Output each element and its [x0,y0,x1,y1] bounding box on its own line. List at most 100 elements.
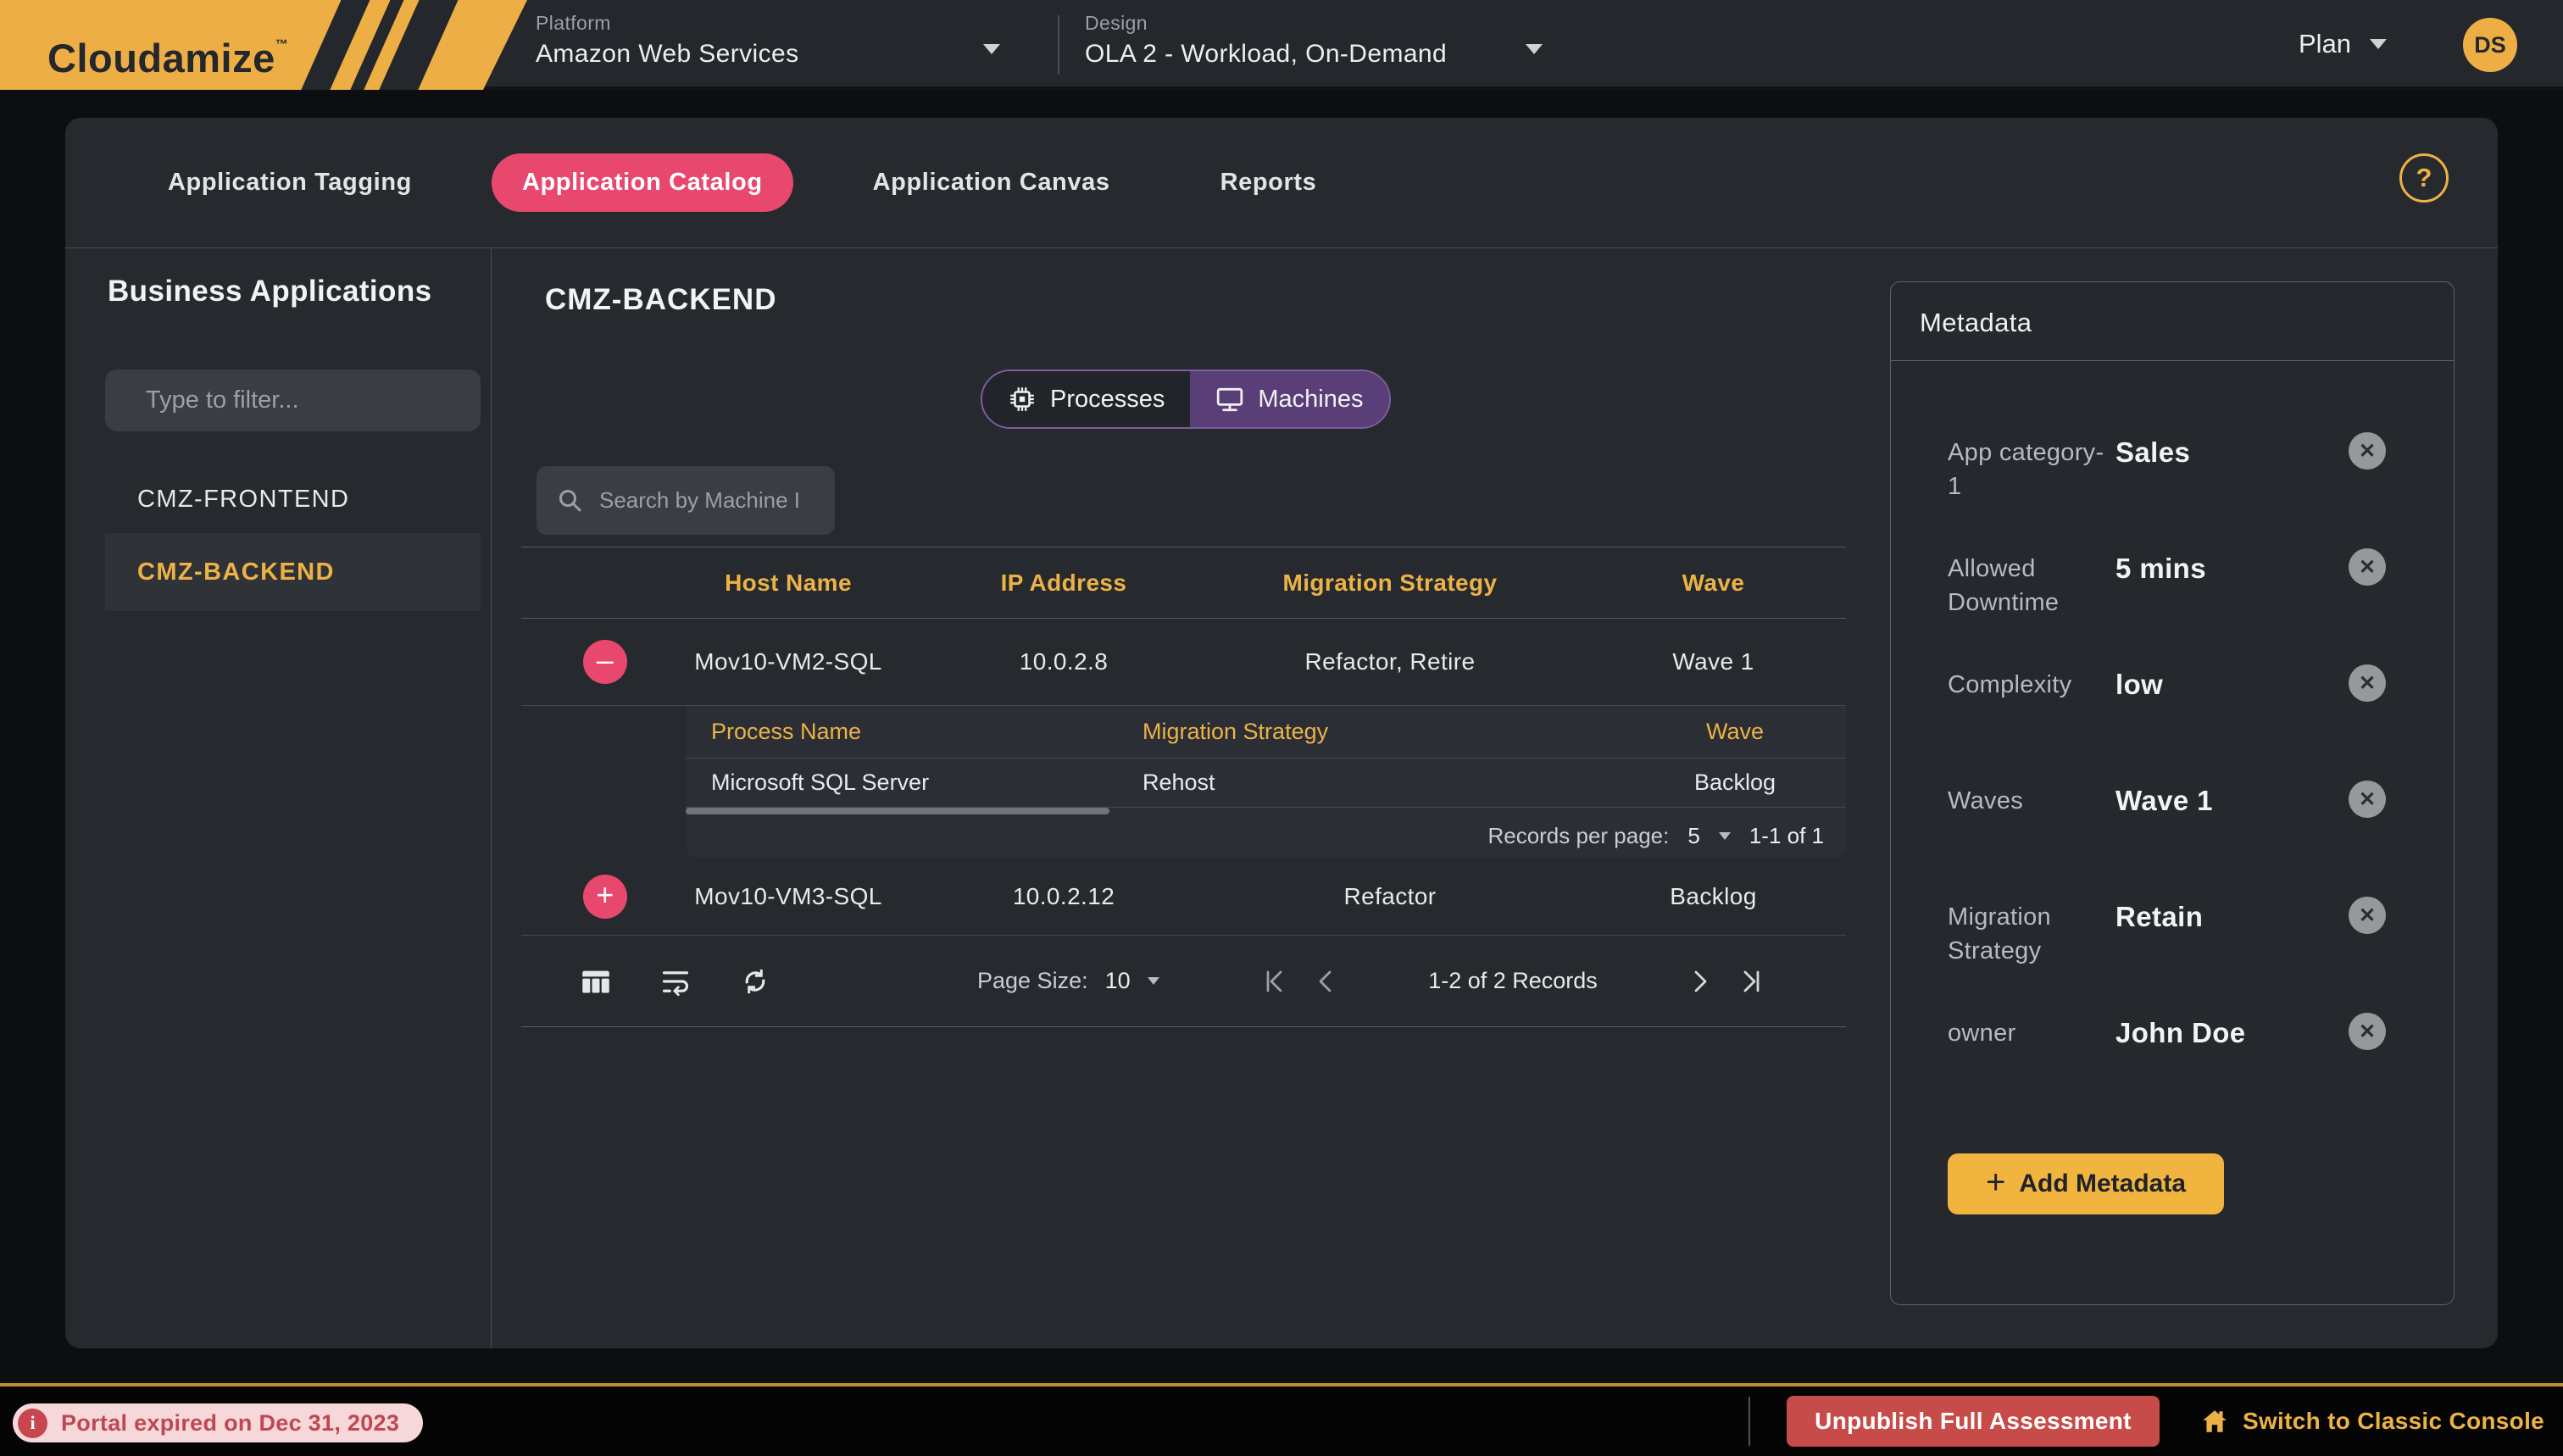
remove-metadata-icon[interactable]: ✕ [2349,1013,2386,1050]
toggle-machines[interactable]: Machines [1190,371,1388,427]
sidebar-item-cmz-backend[interactable]: CMZ-BACKEND [105,533,481,611]
application-list: CMZ-FRONTEND CMZ-BACKEND [105,465,481,611]
metadata-row: App category-1 Sales ✕ [1891,436,2454,552]
content-area: CMZ-BACKEND Processes [492,249,1891,1348]
metadata-row: Migration Strategy Retain ✕ [1891,900,2454,1016]
toggle-processes[interactable]: Processes [982,371,1190,427]
metadata-key: owner [1948,1016,2115,1050]
metadata-row: Complexity low ✕ [1891,668,2454,784]
migration-strategy-cell: Refactor [1199,883,1581,910]
filter-box [105,370,481,431]
remove-metadata-icon[interactable]: ✕ [2349,432,2386,470]
chevron-down-icon [1148,977,1159,985]
monitor-icon [1215,385,1244,414]
remove-metadata-icon[interactable]: ✕ [2349,897,2386,934]
tab-reports[interactable]: Reports [1190,153,1348,212]
avatar[interactable]: DS [2463,18,2517,72]
chevron-down-icon [2370,39,2387,49]
metadata-panel: Metadata App category-1 Sales ✕ Allowed … [1890,281,2455,1305]
bottom-bar: i Portal expired on Dec 31, 2023 Unpubli… [0,1383,2563,1456]
toggle-processes-label: Processes [1050,386,1165,414]
ip-address-cell: 10.0.2.12 [928,883,1199,910]
metadata-value: 5 mins [2115,552,2206,585]
nested-pagination: Records per page: 5 1-1 of 1 [686,814,1846,858]
metadata-key: Complexity [1948,668,2115,702]
nested-strategy-cell: Rehost [1124,770,1624,796]
metadata-key: Migration Strategy [1948,900,2115,968]
records-per-page-value[interactable]: 5 [1687,823,1699,849]
page-size-select[interactable]: Page Size: 10 [977,968,1159,994]
last-page-icon[interactable] [1725,968,1776,995]
wrap-text-icon[interactable] [660,966,691,997]
sidebar-title: Business Applications [108,275,431,308]
migration-strategy-header: Migration Strategy [1199,570,1581,597]
design-label: Design [1085,12,1447,35]
tab-application-tagging[interactable]: Application Tagging [137,153,442,212]
collapse-row-button[interactable]: – [583,640,627,684]
metadata-key: App category-1 [1948,436,2115,503]
design-select[interactable]: Design OLA 2 - Workload, On-Demand [1085,12,1447,69]
add-metadata-button[interactable]: + Add Metadata [1948,1153,2224,1214]
metadata-value: Wave 1 [2115,784,2213,817]
chevron-down-icon[interactable] [1719,832,1731,840]
help-icon[interactable]: ? [2399,153,2449,203]
refresh-icon[interactable] [740,966,770,997]
filter-input[interactable] [146,386,465,414]
expand-row-button[interactable]: + [583,875,627,919]
table-row: + Mov10-VM3-SQL 10.0.2.12 Refactor Backl… [521,858,1846,936]
next-page-icon[interactable] [1674,968,1725,995]
header-divider [1058,15,1059,75]
page-size-label: Page Size: [977,968,1088,994]
remove-metadata-icon[interactable]: ✕ [2349,781,2386,818]
pagination-controls: 1-2 of 2 Records [1250,968,1846,995]
bottom-bar-divider [1749,1397,1750,1446]
plan-menu[interactable]: Plan [2299,29,2387,59]
main-panel: Application Tagging Application Catalog … [65,118,2498,1348]
platform-label: Platform [536,12,799,35]
info-icon: i [18,1409,47,1438]
host-name-cell: Mov10-VM3-SQL [648,883,928,910]
search-icon [557,487,584,514]
tab-bar: Application Tagging Application Catalog … [65,118,2498,248]
portal-expiry-text: Portal expired on Dec 31, 2023 [61,1410,399,1437]
remove-metadata-icon[interactable]: ✕ [2349,664,2386,702]
table-footer: Page Size: 10 1-2 of 2 Re [521,936,1846,1027]
metadata-title: Metadata [1891,282,2454,360]
previous-page-icon[interactable] [1301,968,1352,995]
switch-label: Switch to Classic Console [2243,1408,2544,1435]
switch-to-classic-console-link[interactable]: Switch to Classic Console [2200,1387,2544,1456]
nested-migration-strategy-header: Migration Strategy [1124,719,1624,745]
table-row: – Mov10-VM2-SQL 10.0.2.8 Refactor, Retir… [521,619,1846,706]
columns-icon[interactable] [581,966,611,997]
nested-range-label: 1-1 of 1 [1749,823,1824,849]
tab-application-canvas[interactable]: Application Canvas [842,153,1141,212]
process-name-header: Process Name [686,719,1124,745]
metadata-row: Waves Wave 1 ✕ [1891,784,2454,900]
machine-search-input[interactable] [599,487,821,514]
add-metadata-label: Add Metadata [2019,1170,2186,1198]
unpublish-full-assessment-button[interactable]: Unpublish Full Assessment [1787,1396,2160,1447]
remove-metadata-icon[interactable]: ✕ [2349,548,2386,586]
host-name-header: Host Name [648,570,928,597]
home-icon [2200,1407,2229,1436]
page-title: CMZ-BACKEND [545,283,776,317]
design-value: OLA 2 - Workload, On-Demand [1085,40,1447,69]
nested-processes-table: Process Name Migration Strategy Wave Mic… [686,706,1846,858]
chevron-down-icon[interactable] [1526,44,1543,54]
platform-select[interactable]: Platform Amazon Web Services [536,12,799,69]
metadata-row: owner John Doe ✕ [1891,1016,2454,1132]
chevron-down-icon[interactable] [983,44,1000,54]
pagination-range-label: 1-2 of 2 Records [1386,968,1640,994]
sidebar-item-cmz-frontend[interactable]: CMZ-FRONTEND [105,465,481,533]
first-page-icon[interactable] [1250,968,1301,995]
page-size-value: 10 [1105,968,1131,994]
brand-logo: Cloudamize™ [0,0,527,90]
metadata-key: Waves [1948,784,2115,818]
portal-expiry-badge: i Portal expired on Dec 31, 2023 [13,1403,423,1442]
ip-address-header: IP Address [928,570,1199,597]
horizontal-scrollbar[interactable] [686,808,1109,814]
host-name-cell: Mov10-VM2-SQL [648,648,928,675]
plan-label: Plan [2299,29,2351,59]
tab-application-catalog[interactable]: Application Catalog [492,153,793,212]
metadata-value: Sales [2115,436,2190,469]
